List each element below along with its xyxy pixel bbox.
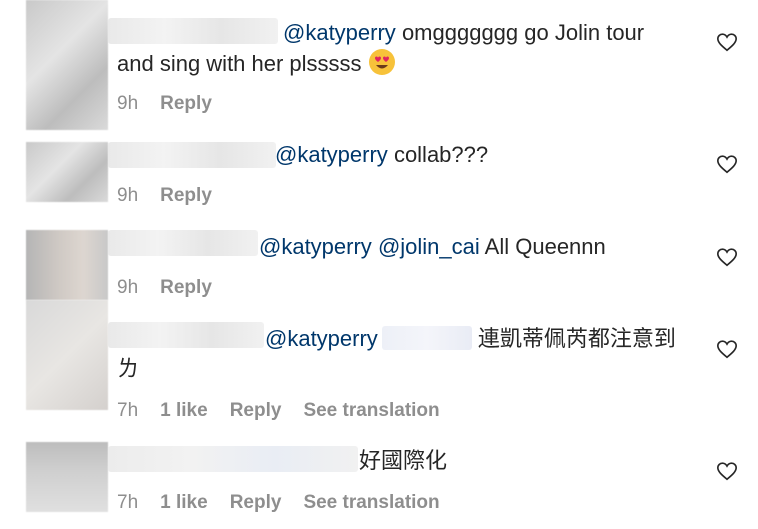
comment-text: @katyperry collab??? (117, 140, 677, 170)
mention-link[interactable]: @katyperry (259, 234, 372, 259)
comment-meta: 9h Reply (117, 275, 212, 301)
comment-meta: 9h Reply (117, 183, 212, 209)
mention-link[interactable]: @katyperry (265, 326, 378, 351)
heart-outline-icon[interactable] (716, 338, 738, 360)
timestamp: 9h (117, 277, 139, 298)
heart-outline-icon[interactable] (716, 153, 738, 175)
comment-body: collab??? (393, 142, 489, 167)
comment-text: @katyperry 連凱蒂佩芮都注意到ㄌ (117, 324, 677, 384)
avatar[interactable] (26, 0, 108, 130)
avatar[interactable] (26, 142, 108, 202)
timestamp: 9h (117, 185, 139, 206)
heart-eyes-emoji-icon (368, 49, 395, 75)
likes-count[interactable]: 1 like (160, 400, 208, 422)
likes-count[interactable]: 1 like (160, 492, 208, 514)
comment-text: 好國際化 (117, 446, 677, 476)
heart-outline-icon[interactable] (716, 31, 738, 53)
comment-body: All Queennn (484, 234, 606, 259)
comment-text: @katyperry omggggggg go Jolin tour and s… (117, 18, 677, 79)
mention-link[interactable]: @katyperry (283, 20, 396, 45)
avatar[interactable] (26, 230, 108, 300)
see-translation-button[interactable]: See translation (303, 492, 439, 514)
reply-button[interactable]: Reply (230, 492, 282, 514)
see-translation-button[interactable]: See translation (303, 400, 439, 422)
comment-meta: 7h 1 like Reply See translation (117, 398, 440, 424)
timestamp: 7h (117, 400, 139, 421)
heart-outline-icon[interactable] (716, 460, 738, 482)
timestamp: 7h (117, 492, 139, 513)
mention-link[interactable]: @katyperry (275, 142, 388, 167)
comment-text: @katyperry @jolin_cai All Queennn (117, 232, 677, 262)
reply-button[interactable]: Reply (160, 277, 212, 299)
reply-button[interactable]: Reply (230, 400, 282, 422)
mention-link[interactable]: @jolin_cai (378, 234, 480, 259)
timestamp: 9h (117, 93, 139, 114)
mention-redacted[interactable] (381, 326, 472, 350)
reply-button[interactable]: Reply (160, 93, 212, 115)
comment-meta: 9h Reply (117, 91, 212, 117)
reply-button[interactable]: Reply (160, 185, 212, 207)
comment-meta: 7h 1 like Reply See translation (117, 490, 440, 516)
comment-body: 好國際化 (359, 448, 448, 473)
avatar[interactable] (26, 300, 108, 410)
heart-outline-icon[interactable] (716, 246, 738, 268)
avatar[interactable] (26, 442, 108, 512)
